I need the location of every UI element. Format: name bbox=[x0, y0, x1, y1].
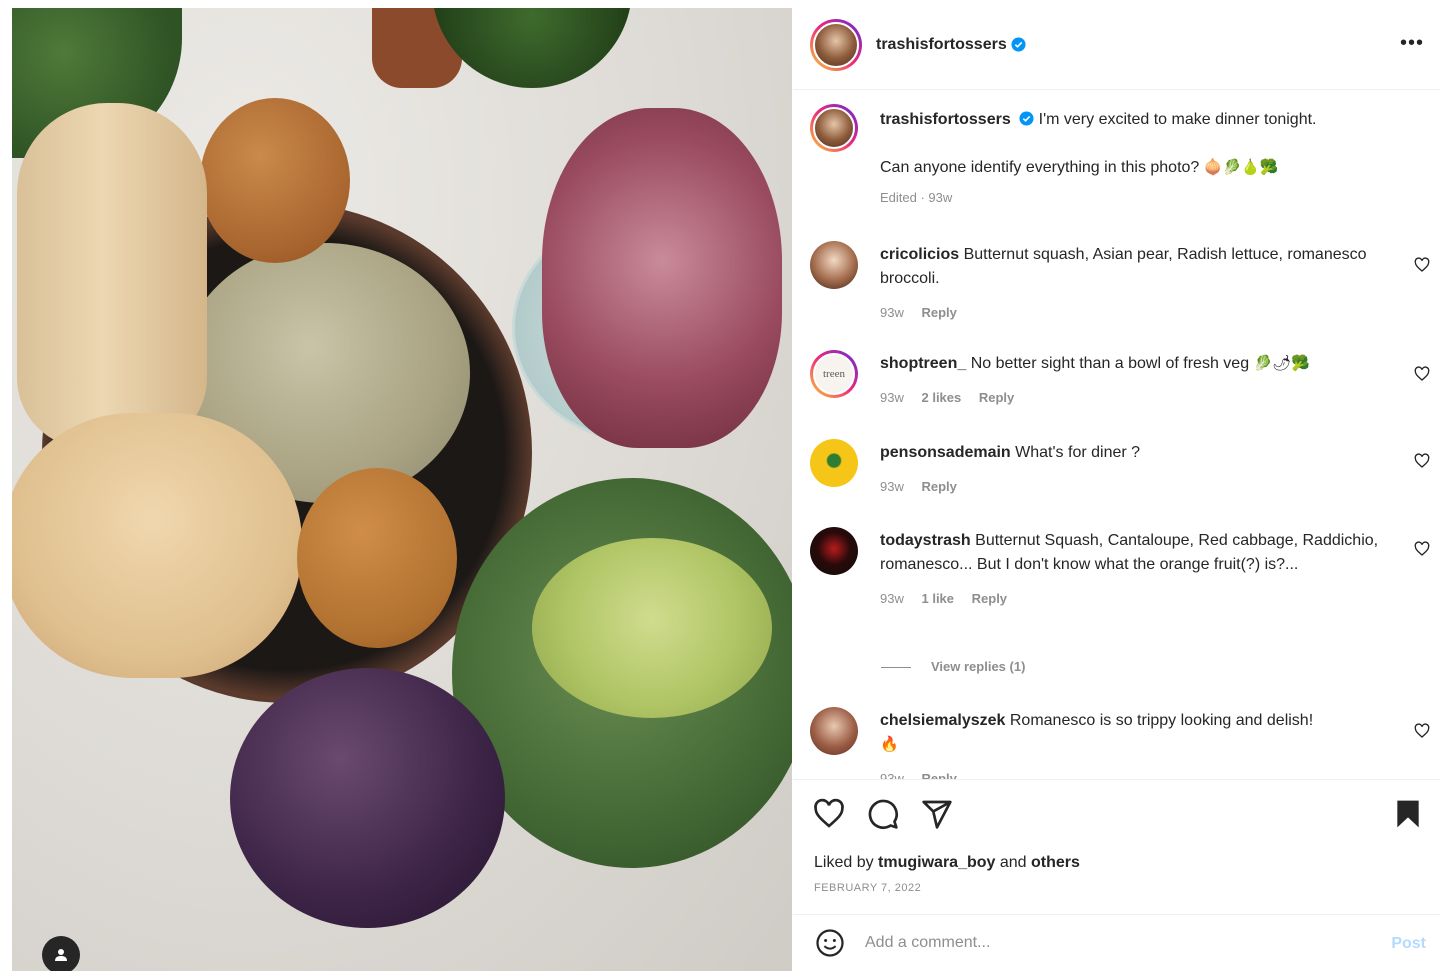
user-tag-button[interactable] bbox=[42, 936, 80, 971]
post-photo[interactable] bbox=[12, 8, 792, 971]
liked-by-prefix: Liked by bbox=[814, 854, 874, 871]
caption-edited: Edited · 93w bbox=[880, 190, 953, 205]
liked-by-others[interactable]: others bbox=[1031, 854, 1080, 871]
caption-text-line2: Can anyone identify everything in this p… bbox=[880, 159, 1200, 176]
author-avatar[interactable] bbox=[810, 18, 862, 71]
commenter-avatar[interactable]: treen bbox=[810, 350, 858, 398]
comment-text: Romanesco is so trippy looking and delis… bbox=[1009, 712, 1314, 729]
reply-button[interactable]: Reply bbox=[921, 305, 956, 320]
comments-list[interactable]: trashisfortossers I'm very excited to ma… bbox=[793, 91, 1440, 779]
like-comment-heart-icon[interactable] bbox=[1414, 723, 1430, 739]
action-bar: Liked by tmugiwara_boy and others Februa… bbox=[793, 779, 1440, 914]
commenter-avatar[interactable] bbox=[810, 439, 858, 487]
comment-username[interactable]: chelsiemalyszek bbox=[880, 712, 1005, 729]
comment-time: 93w bbox=[880, 591, 904, 606]
heart-icon[interactable] bbox=[813, 798, 845, 830]
add-comment-input[interactable] bbox=[865, 934, 1345, 952]
reply-button[interactable]: Reply bbox=[972, 591, 1007, 606]
replies-divider bbox=[881, 667, 911, 669]
post-header: trashisfortossers ••• bbox=[793, 0, 1440, 90]
comment-username[interactable]: shoptreen_ bbox=[880, 355, 966, 372]
author-username[interactable]: trashisfortossers bbox=[876, 36, 1007, 54]
bookmark-filled-icon[interactable] bbox=[1392, 798, 1424, 830]
view-replies-button[interactable]: View replies (1) bbox=[881, 659, 1025, 674]
commenter-avatar[interactable] bbox=[810, 527, 858, 575]
pear bbox=[297, 468, 457, 648]
comment-username[interactable]: cricolicios bbox=[880, 246, 959, 263]
comment-time: 93w bbox=[880, 390, 904, 405]
comment-emojis: 🥬🌶🥦 bbox=[1253, 355, 1310, 372]
post-date[interactable]: February 7, 2022 bbox=[814, 882, 921, 894]
like-comment-heart-icon[interactable] bbox=[1414, 257, 1430, 273]
romanesco bbox=[532, 538, 772, 718]
comment-text: What's for diner ? bbox=[1015, 444, 1141, 461]
commenter-avatar[interactable] bbox=[810, 241, 858, 289]
red-cabbage bbox=[230, 668, 505, 928]
liked-by-and: and bbox=[999, 854, 1027, 871]
caption-username[interactable]: trashisfortossers bbox=[880, 111, 1011, 128]
butternut-squash-neck bbox=[17, 103, 207, 448]
comment-emojis: 🔥 bbox=[880, 736, 899, 753]
comment-time: 93w bbox=[880, 479, 904, 494]
butternut-squash-bulb bbox=[12, 413, 302, 678]
caption-emojis: 🧅🥬🍐🥦 bbox=[1203, 159, 1279, 176]
caption-text-line1: I'm very excited to make dinner tonight. bbox=[1038, 111, 1317, 128]
more-options-button[interactable]: ••• bbox=[1400, 33, 1424, 53]
like-comment-heart-icon[interactable] bbox=[1414, 366, 1430, 382]
likes-summary[interactable]: Liked by tmugiwara_boy and others bbox=[814, 854, 1080, 872]
comment-likes[interactable]: 2 likes bbox=[921, 390, 961, 405]
liked-by-user[interactable]: tmugiwara_boy bbox=[878, 854, 995, 871]
user-tag-icon bbox=[55, 949, 67, 961]
comment-username[interactable]: todaystrash bbox=[880, 532, 971, 549]
pear bbox=[200, 98, 350, 263]
more-horizontal-icon: ••• bbox=[1399, 32, 1424, 54]
like-comment-heart-icon[interactable] bbox=[1414, 453, 1430, 469]
reply-button[interactable]: Reply bbox=[979, 390, 1014, 405]
verified-badge-icon bbox=[1019, 111, 1034, 126]
comment-likes[interactable]: 1 like bbox=[921, 591, 954, 606]
like-comment-heart-icon[interactable] bbox=[1414, 541, 1430, 557]
smiley-icon[interactable] bbox=[815, 928, 845, 958]
comment-time: 93w bbox=[880, 305, 904, 320]
post-comment-button[interactable]: Post bbox=[1391, 935, 1426, 953]
commenter-avatar[interactable] bbox=[810, 707, 858, 755]
paper-plane-icon[interactable] bbox=[921, 798, 953, 830]
reply-button[interactable]: Reply bbox=[921, 771, 956, 779]
radicchio bbox=[542, 108, 782, 448]
post-side-panel: trashisfortossers ••• trashisfortossers … bbox=[793, 0, 1440, 971]
treen-logo: treen bbox=[813, 353, 855, 395]
comment-username[interactable]: pensonsademain bbox=[880, 444, 1011, 461]
reply-button[interactable]: Reply bbox=[921, 479, 956, 494]
comment-composer: Post bbox=[793, 914, 1440, 971]
comment-text: No better sight than a bowl of fresh veg bbox=[970, 355, 1250, 372]
comment-bubble-icon[interactable] bbox=[867, 798, 899, 830]
caption-avatar[interactable] bbox=[810, 104, 858, 152]
comment-time: 93w bbox=[880, 771, 904, 779]
verified-badge-icon bbox=[1011, 37, 1026, 52]
view-replies-label: View replies (1) bbox=[931, 659, 1026, 674]
plant-leaves bbox=[432, 8, 632, 88]
